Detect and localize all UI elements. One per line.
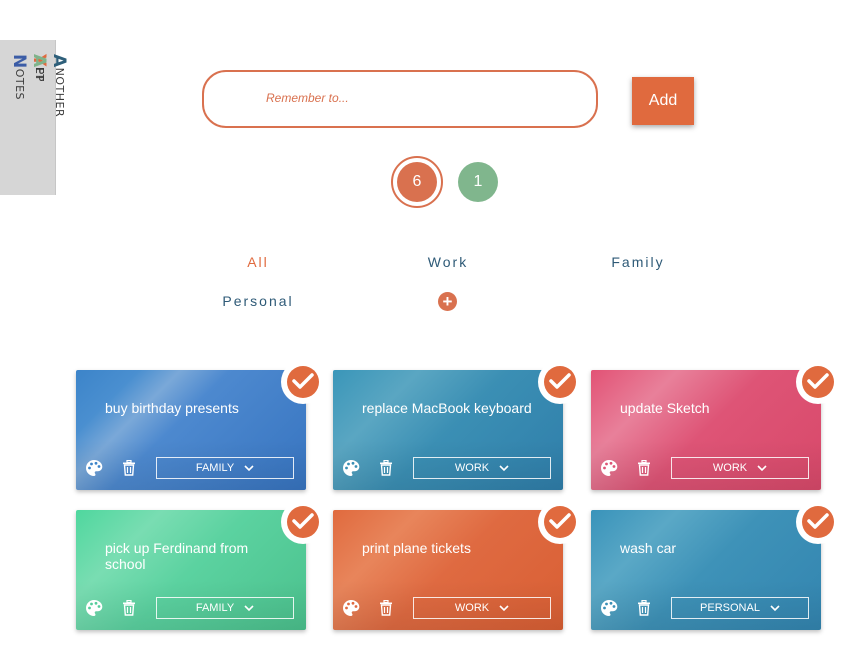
palette-icon[interactable] [342, 459, 360, 477]
logo-word-another: ANOTHER [49, 54, 69, 117]
note-title: replace MacBook keyboard [362, 400, 532, 416]
note-card: pick up Ferdinand from school FAMILY [76, 500, 325, 630]
todo-count: 6 [397, 162, 437, 202]
logo-word-notes: NOTES [9, 54, 29, 100]
chevron-down-icon [770, 604, 780, 611]
palette-icon[interactable] [600, 459, 618, 477]
note-card: buy birthday presents FAMILY [76, 360, 325, 490]
add-category-button[interactable]: + [438, 292, 457, 311]
check-icon [549, 373, 571, 389]
filter-all[interactable]: All [247, 254, 269, 270]
trash-icon[interactable] [637, 600, 651, 616]
category-label: FAMILY [195, 602, 235, 614]
category-label: WORK [454, 602, 490, 614]
trash-icon[interactable] [122, 600, 136, 616]
complete-button[interactable] [538, 360, 582, 404]
palette-icon[interactable] [342, 599, 360, 617]
note-title: wash car [620, 540, 677, 556]
check-icon [807, 513, 829, 529]
complete-button[interactable] [796, 360, 840, 404]
chevron-down-icon [499, 464, 509, 471]
palette-icon[interactable] [85, 599, 103, 617]
chevron-down-icon [499, 604, 509, 611]
trash-icon[interactable] [379, 600, 393, 616]
check-icon [549, 513, 571, 529]
note-title: pick up Ferdinand from school [105, 540, 249, 572]
complete-button[interactable] [281, 360, 325, 404]
done-counter: 1 [458, 162, 498, 202]
note-title: print plane tickets [362, 540, 471, 556]
logo-word-app: APP [29, 54, 49, 117]
note-card: print plane tickets WORK [333, 500, 582, 630]
logo-letter-n: N [9, 54, 29, 69]
filter-family[interactable]: Family [611, 254, 664, 270]
category-label: WORK [712, 462, 748, 474]
note-card: update Sketch WORK [591, 360, 840, 490]
palette-icon[interactable] [600, 599, 618, 617]
trash-icon[interactable] [122, 460, 136, 476]
logo-letter-a: A [49, 54, 69, 68]
logo-text-pp: PP [33, 67, 46, 82]
category-label: FAMILY [195, 462, 235, 474]
check-icon [807, 373, 829, 389]
app-logo: YET NOTES ANOTHER APP [0, 40, 69, 195]
category-select[interactable]: FAMILY [156, 597, 294, 619]
check-icon [292, 373, 314, 389]
chevron-down-icon [244, 604, 254, 611]
palette-icon[interactable] [85, 459, 103, 477]
note-card: wash car PERSONAL [591, 500, 840, 630]
category-select[interactable]: FAMILY [156, 457, 294, 479]
note-input[interactable] [264, 90, 568, 106]
check-icon [292, 513, 314, 529]
note-title: update Sketch [620, 400, 710, 416]
complete-button[interactable] [796, 500, 840, 544]
logo-text-otes: OTES [13, 68, 26, 101]
note-input-wrapper [202, 70, 598, 128]
category-select[interactable]: WORK [413, 457, 551, 479]
category-select[interactable]: WORK [413, 597, 551, 619]
note-title: buy birthday presents [105, 400, 239, 416]
filter-work[interactable]: Work [428, 254, 468, 270]
category-label: PERSONAL [700, 602, 760, 614]
category-label: WORK [454, 462, 490, 474]
category-select[interactable]: WORK [671, 457, 809, 479]
add-button[interactable]: Add [632, 77, 694, 125]
logo-letter-a2: A [29, 54, 49, 68]
chevron-down-icon [757, 464, 767, 471]
logo-text-nother: NOTHER [53, 67, 66, 118]
complete-button[interactable] [538, 500, 582, 544]
complete-button[interactable] [281, 500, 325, 544]
todo-counter: 6 [391, 156, 443, 208]
category-select[interactable]: PERSONAL [671, 597, 809, 619]
chevron-down-icon [244, 464, 254, 471]
filter-personal[interactable]: Personal [222, 293, 293, 309]
plus-icon: + [442, 292, 453, 311]
trash-icon[interactable] [379, 460, 393, 476]
trash-icon[interactable] [637, 460, 651, 476]
note-card: replace MacBook keyboard WORK [333, 360, 582, 490]
logo-column-right: ANOTHER APP [29, 54, 69, 123]
